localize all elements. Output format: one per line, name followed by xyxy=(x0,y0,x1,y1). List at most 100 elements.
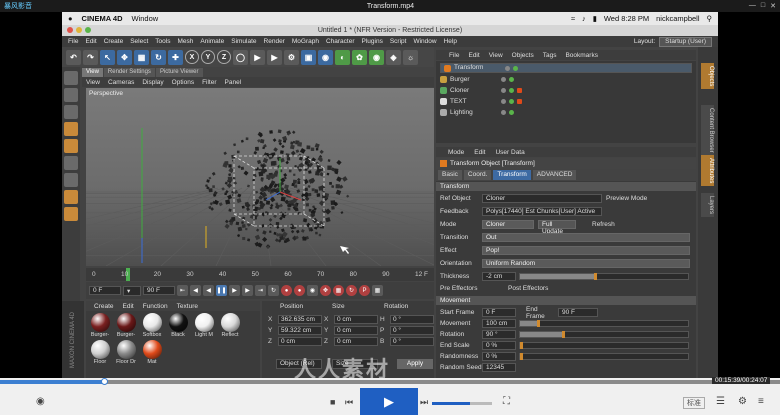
material-swatch[interactable]: Floor xyxy=(88,340,112,366)
vmenu-display[interactable]: Display xyxy=(142,79,163,86)
rot-b-field[interactable]: 0 ° xyxy=(390,337,434,346)
vmenu-view[interactable]: View xyxy=(86,79,100,86)
menu-mograph[interactable]: MoGraph xyxy=(292,38,319,45)
transition-select[interactable]: Out xyxy=(482,233,690,242)
workplane-icon[interactable] xyxy=(64,207,78,221)
rotation-field[interactable]: 90 ° xyxy=(482,330,516,339)
obj-menu-edit[interactable]: Edit xyxy=(468,52,479,59)
mac-clock[interactable]: Wed 8:28 PM xyxy=(604,14,649,23)
key-pla-icon[interactable]: ▦ xyxy=(372,285,383,296)
menu-plugins[interactable]: Plugins xyxy=(362,38,383,45)
object-row-cloner[interactable]: Cloner xyxy=(440,85,692,95)
live-select-icon[interactable]: ↖ xyxy=(100,49,115,65)
end-scale-slider[interactable] xyxy=(519,342,689,349)
rotate-icon[interactable]: ↻ xyxy=(151,49,166,65)
size-z-field[interactable]: 0 cm xyxy=(334,337,378,346)
list-icon[interactable]: ☰ xyxy=(716,396,725,407)
thickness-slider[interactable] xyxy=(519,273,689,280)
zoom-dot-icon[interactable] xyxy=(85,27,91,33)
thickness-field[interactable]: -2 cm xyxy=(482,272,516,281)
obj-menu-view[interactable]: View xyxy=(489,52,503,59)
random-seed-field[interactable]: 12345 xyxy=(482,363,516,372)
points-mode-icon[interactable] xyxy=(64,105,78,119)
rot-p-field[interactable]: 0 ° xyxy=(390,326,434,335)
model-mode-icon[interactable] xyxy=(64,71,78,85)
scale-icon[interactable]: ▦ xyxy=(134,49,149,65)
frame-end-field[interactable]: 90 F xyxy=(143,286,175,295)
axis-mode-icon[interactable] xyxy=(64,156,78,170)
end-frame-field[interactable]: 90 F xyxy=(558,308,598,317)
subtab-basic[interactable]: Basic xyxy=(438,170,462,180)
movement-field[interactable]: 100 cm xyxy=(482,319,516,328)
wifi-icon[interactable]: ≈ xyxy=(571,14,575,23)
redo-icon[interactable]: ↷ xyxy=(83,49,98,65)
tab-render-settings[interactable]: Render Settings xyxy=(103,68,155,77)
mat-menu-create[interactable]: Create xyxy=(94,303,114,310)
mac-user[interactable]: nickcampbell xyxy=(656,14,699,23)
quality-select[interactable]: 标准 xyxy=(683,397,705,409)
full-update-button[interactable]: Full Update xyxy=(538,220,576,235)
z-axis-icon[interactable]: Z xyxy=(217,50,231,64)
pos-z-field[interactable]: 0 cm xyxy=(278,337,322,346)
ref-object-field[interactable]: Cloner xyxy=(482,194,602,203)
pause-icon[interactable]: ❚❚ xyxy=(216,285,227,296)
tab-picture-viewer[interactable]: Picture Viewer xyxy=(155,68,203,77)
prev-frame-icon[interactable]: ◀ xyxy=(203,285,214,296)
seek-handle[interactable] xyxy=(100,378,108,385)
menu-character[interactable]: Character xyxy=(326,38,355,45)
rotation-slider[interactable] xyxy=(519,331,689,338)
menu-script[interactable]: Script xyxy=(390,38,407,45)
subdivision-icon[interactable]: ◐ xyxy=(335,49,350,65)
goto-start-icon[interactable]: ⇤ xyxy=(177,285,188,296)
menu-simulate[interactable]: Simulate xyxy=(231,38,256,45)
material-swatch[interactable]: Black xyxy=(166,313,190,339)
scene-icon[interactable]: ◉ xyxy=(369,49,384,65)
pre-effectors-check[interactable]: Pre Effectors xyxy=(436,285,502,292)
key-scale-icon[interactable]: ▦ xyxy=(333,285,344,296)
material-swatch[interactable]: Burger- xyxy=(88,313,112,339)
frame-step-stepper[interactable]: ▾ xyxy=(123,285,141,296)
material-swatch[interactable]: Burger- xyxy=(114,313,138,339)
object-row-lighting[interactable]: Lighting xyxy=(440,107,692,117)
menu-tools[interactable]: Tools xyxy=(155,38,170,45)
volume-icon[interactable]: ♪ xyxy=(582,14,586,23)
loop-icon[interactable]: ↻ xyxy=(268,285,279,296)
prev-key-icon[interactable]: ◀ xyxy=(190,285,201,296)
dock-tab-attributes[interactable]: Attributes xyxy=(701,155,714,187)
next-icon[interactable]: ⏭ xyxy=(420,397,428,408)
render-picture-viewer-icon[interactable]: ▶ xyxy=(267,49,282,65)
rot-h-field[interactable]: 0 ° xyxy=(390,315,434,324)
cube-icon[interactable]: ▣ xyxy=(301,49,316,65)
render-view-icon[interactable]: ▶ xyxy=(250,49,265,65)
obj-menu-tags[interactable]: Tags xyxy=(543,52,557,59)
x-axis-icon[interactable]: X xyxy=(185,50,199,64)
render-settings-icon[interactable]: ⚙ xyxy=(284,49,299,65)
snap-icon[interactable] xyxy=(64,190,78,204)
texture-mode-icon[interactable] xyxy=(64,88,78,102)
end-scale-field[interactable]: 0 % xyxy=(482,341,516,350)
apple-icon[interactable]: ● xyxy=(68,14,73,23)
minimize-dot-icon[interactable] xyxy=(76,27,82,33)
obj-menu-objects[interactable]: Objects xyxy=(512,52,534,59)
battery-icon[interactable]: ▮ xyxy=(593,14,597,23)
material-swatch[interactable]: Light M xyxy=(192,313,216,339)
frame-start-field[interactable]: 0 F xyxy=(89,286,121,295)
mac-menu-window[interactable]: Window xyxy=(132,14,159,23)
minimize-icon[interactable]: — xyxy=(749,2,756,10)
playlist-toggle-icon[interactable]: ≡ xyxy=(758,396,764,407)
autokey-icon[interactable]: ● xyxy=(294,285,305,296)
start-frame-field[interactable]: 0 F xyxy=(482,308,516,317)
mat-menu-function[interactable]: Function xyxy=(143,303,168,310)
fullscreen-icon[interactable]: ⛶ xyxy=(503,396,510,407)
menu-help[interactable]: Help xyxy=(444,38,457,45)
stop-icon[interactable]: ■ xyxy=(330,397,335,407)
next-key-icon[interactable]: ▶ xyxy=(242,285,253,296)
material-swatch[interactable]: Softbox xyxy=(140,313,164,339)
vmenu-options[interactable]: Options xyxy=(172,79,194,86)
randomness-field[interactable]: 0 % xyxy=(482,352,516,361)
move-icon[interactable]: ✥ xyxy=(117,49,132,65)
seek-bar[interactable] xyxy=(0,380,780,384)
mode-select[interactable]: Cloner xyxy=(482,220,534,229)
randomness-slider[interactable] xyxy=(519,353,689,360)
movement-slider[interactable] xyxy=(519,320,689,327)
